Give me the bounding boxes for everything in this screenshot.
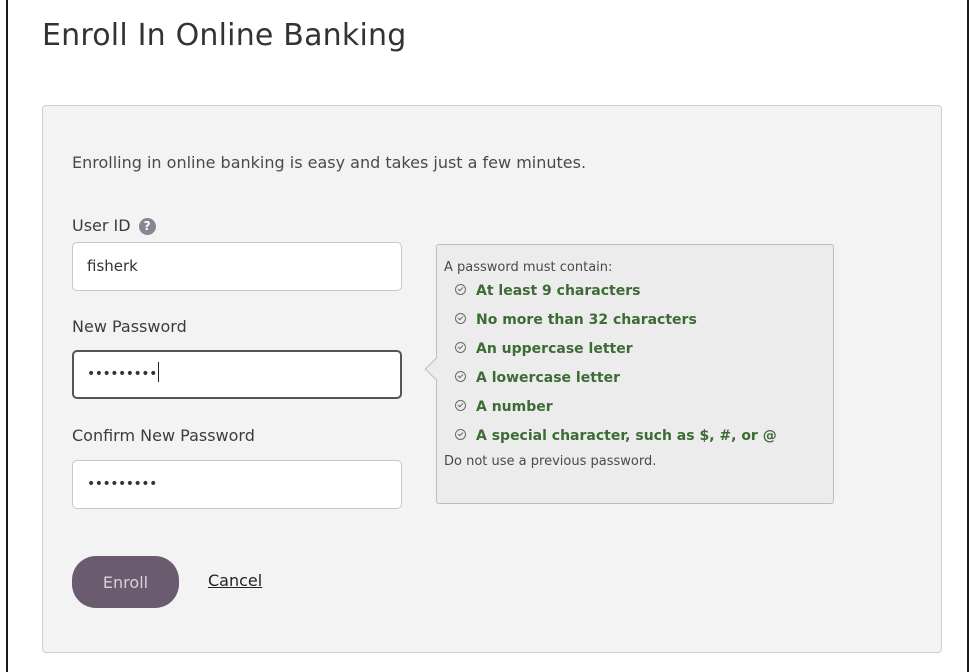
new-password-label: New Password <box>72 317 187 336</box>
check-circle-icon <box>455 371 466 382</box>
check-circle-icon <box>455 400 466 411</box>
page-title: Enroll In Online Banking <box>42 18 407 53</box>
user-id-value: fisherk <box>87 257 138 275</box>
new-password-value: ••••••••• <box>87 366 157 382</box>
password-rule: At least 9 characters <box>444 277 826 306</box>
check-circle-icon <box>455 313 466 324</box>
check-circle-icon <box>455 342 466 353</box>
text-cursor <box>157 362 159 382</box>
user-id-label-text: User ID <box>72 216 131 235</box>
password-rule-text: A lowercase letter <box>476 370 620 386</box>
password-rule: No more than 32 characters <box>444 306 826 335</box>
cancel-link[interactable]: Cancel <box>208 571 262 590</box>
password-rule-text: A special character, such as $, #, or @ <box>476 428 777 444</box>
new-password-input[interactable]: ••••••••• <box>72 350 402 399</box>
intro-text: Enrolling in online banking is easy and … <box>72 153 587 172</box>
confirm-password-label: Confirm New Password <box>72 426 255 445</box>
user-id-input[interactable]: fisherk <box>72 242 402 291</box>
enroll-button[interactable]: Enroll <box>72 556 179 608</box>
user-id-label: User ID? <box>72 216 156 235</box>
confirm-password-input[interactable]: ••••••••• <box>72 460 402 509</box>
tooltip-footer: Do not use a previous password. <box>444 454 657 469</box>
password-rule: A lowercase letter <box>444 364 826 393</box>
password-rule-text: An uppercase letter <box>476 341 633 357</box>
check-circle-icon <box>455 429 466 440</box>
question-circle-icon[interactable]: ? <box>138 218 156 235</box>
app-frame: Enroll In Online Banking Enrolling in on… <box>6 0 969 672</box>
tooltip-heading: A password must contain: <box>444 260 613 275</box>
password-rule-text: A number <box>476 399 553 415</box>
password-rule: A number <box>444 393 826 422</box>
confirm-password-value: ••••••••• <box>87 476 157 492</box>
enroll-form-card: Enrolling in online banking is easy and … <box>42 105 942 653</box>
password-rule: An uppercase letter <box>444 335 826 364</box>
password-rule-text: No more than 32 characters <box>476 312 697 328</box>
password-rule-text: At least 9 characters <box>476 283 641 299</box>
password-rule: A special character, such as $, #, or @ <box>444 422 826 451</box>
password-requirements-tooltip: A password must contain: At least 9 char… <box>424 244 834 504</box>
check-circle-icon <box>455 284 466 295</box>
